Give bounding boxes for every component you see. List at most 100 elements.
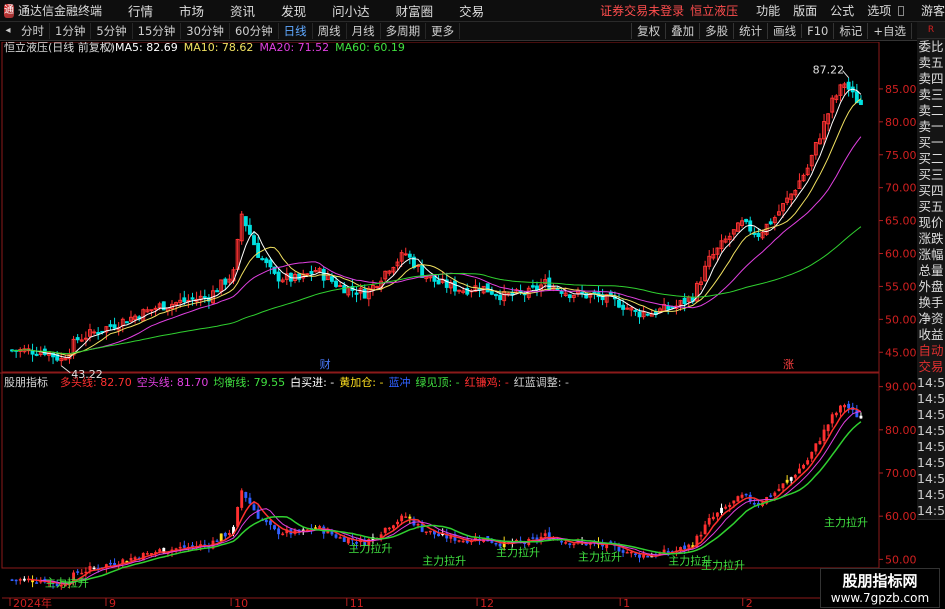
- menu-faxian[interactable]: 发现: [281, 1, 306, 20]
- candle: [859, 99, 863, 105]
- guest-label[interactable]: 游客: [921, 2, 945, 19]
- indicator-bar: [752, 503, 756, 505]
- menu-gongneng[interactable]: 功能: [756, 2, 780, 19]
- toolbar-f10[interactable]: F10: [801, 24, 833, 38]
- side-panel-button[interactable]: R: [917, 22, 945, 39]
- indicator-bar: [219, 533, 223, 542]
- period-60min[interactable]: 60分钟: [230, 23, 279, 39]
- side-panel-button[interactable]: 14:56: [917, 487, 945, 504]
- side-panel-button[interactable]: 14:56: [917, 407, 945, 424]
- candle: [276, 271, 281, 282]
- side-panel-button[interactable]: 涨幅: [917, 247, 945, 264]
- side-panel-button[interactable]: 总量: [917, 263, 945, 280]
- menu-jiaoyi[interactable]: 交易: [459, 1, 484, 20]
- indicator-bar: [744, 493, 748, 496]
- side-panel-button[interactable]: 买二: [917, 151, 945, 168]
- side-panel-button[interactable]: 外盘: [917, 279, 945, 296]
- candle: [752, 232, 757, 235]
- kline-chart-area[interactable]: 85.00 80.00 75.00 70.00 65.00 60.00 55.00 50.00…: [0, 42, 945, 609]
- side-panel-button[interactable]: 14:56: [917, 391, 945, 408]
- period-fenshi[interactable]: 分时: [16, 23, 50, 39]
- signal-label: 主力拉升: [496, 545, 540, 559]
- xtick-label: 11: [350, 597, 364, 609]
- menu-xuanxiang[interactable]: 选项: [867, 2, 891, 19]
- candle: [584, 292, 589, 299]
- period-weekly[interactable]: 周线: [313, 23, 347, 39]
- side-panel-button[interactable]: 卖四: [917, 71, 945, 88]
- period-daily[interactable]: 日线: [279, 23, 313, 39]
- candle: [567, 294, 572, 299]
- period-30min[interactable]: 30分钟: [181, 23, 230, 39]
- login-notice[interactable]: 证券交易未登录: [600, 2, 684, 19]
- side-panel-button[interactable]: 涨跌: [917, 231, 945, 248]
- period-more[interactable]: 更多: [426, 23, 461, 39]
- side-panel-button[interactable]: 收益: [917, 327, 945, 344]
- side-panel-button[interactable]: 换手: [917, 295, 945, 312]
- side-panel-button[interactable]: 自动: [917, 343, 945, 360]
- sub-chart-title: 股朋指标: [4, 375, 48, 389]
- side-panel-button[interactable]: 净资: [917, 311, 945, 328]
- candle: [768, 221, 773, 225]
- period-1min[interactable]: 1分钟: [50, 23, 92, 39]
- indicator-bar: [818, 440, 822, 445]
- indicator-bar: [240, 490, 244, 508]
- indicator-bar: [810, 451, 814, 459]
- side-panel-button[interactable]: 买一: [917, 135, 945, 152]
- candle: [682, 297, 687, 305]
- window-restore-icon[interactable]: [898, 5, 904, 16]
- menu-banmian[interactable]: 版面: [793, 2, 817, 19]
- side-panel-button[interactable]: 14:56: [917, 455, 945, 472]
- side-panel-button[interactable]: 卖三: [917, 87, 945, 104]
- indicator-bar: [687, 544, 691, 548]
- expand-icon[interactable]: ◂: [0, 23, 16, 39]
- toolbar-tongji[interactable]: 统计: [733, 23, 767, 39]
- menu-hangqing[interactable]: 行情: [128, 1, 153, 20]
- toolbar-biaoji[interactable]: 标记: [833, 23, 867, 39]
- side-panel-button[interactable]: 14:56: [917, 375, 945, 392]
- menu-shichang[interactable]: 市场: [179, 1, 204, 20]
- period-5min[interactable]: 5分钟: [91, 23, 133, 39]
- indicator-bar: [855, 410, 859, 418]
- candle: [354, 292, 359, 295]
- indicator-bar: [268, 520, 272, 525]
- side-panel-button[interactable]: 14:56: [917, 423, 945, 440]
- side-panel-button[interactable]: 14:56: [917, 471, 945, 488]
- candle: [489, 291, 494, 295]
- toolbar-diejia[interactable]: 叠加: [665, 23, 699, 39]
- candle: [334, 280, 338, 287]
- indicator-bar: [715, 512, 719, 517]
- menu-caifuquan[interactable]: 财富圈: [396, 1, 434, 20]
- side-panel-button[interactable]: 现价: [917, 215, 945, 232]
- toolbar-add-watchlist[interactable]: +自选: [867, 23, 911, 39]
- side-panel-button[interactable]: 卖五: [917, 55, 945, 72]
- side-panel-button[interactable]: 卖二: [917, 103, 945, 120]
- side-panel-button[interactable]: 交易: [917, 359, 945, 376]
- sub-ytick-label: 90.00: [885, 381, 917, 394]
- indicator-bar: [830, 414, 834, 424]
- main-ytick-label: 60.00: [885, 248, 917, 261]
- candle: [268, 259, 273, 268]
- side-panel-button[interactable]: 14:56: [917, 503, 945, 520]
- menu-wenxiaoda[interactable]: 问小达: [332, 1, 370, 20]
- side-panel-button[interactable]: 卖一: [917, 119, 945, 136]
- period-monthly[interactable]: 月线: [347, 23, 381, 39]
- toolbar-fuquan[interactable]: 复权: [631, 23, 665, 39]
- indicator-bar: [724, 506, 728, 509]
- period-15min[interactable]: 15分钟: [133, 23, 182, 39]
- side-panel-button[interactable]: 买四: [917, 183, 945, 200]
- menu-zixun[interactable]: 资讯: [230, 1, 255, 20]
- menu-gongshi[interactable]: 公式: [830, 2, 854, 19]
- side-panel-button[interactable]: 委比: [917, 39, 945, 56]
- side-panel-button[interactable]: 买三: [917, 167, 945, 184]
- period-multi[interactable]: 多周期: [381, 23, 427, 39]
- toolbar-huaxian[interactable]: 画线: [767, 23, 801, 39]
- sub-legend-item: 黄加仓: -: [339, 375, 383, 389]
- indicator-bar: [109, 562, 112, 565]
- xtick-label: 12: [480, 597, 494, 609]
- candle: [494, 293, 498, 297]
- ma20-line: [89, 136, 862, 350]
- toolbar-duogu[interactable]: 多股: [699, 23, 733, 39]
- side-panel-button[interactable]: 买五: [917, 199, 945, 216]
- legend-ma20: MA20: 71.52: [259, 42, 329, 54]
- side-panel-button[interactable]: 14:56: [917, 439, 945, 456]
